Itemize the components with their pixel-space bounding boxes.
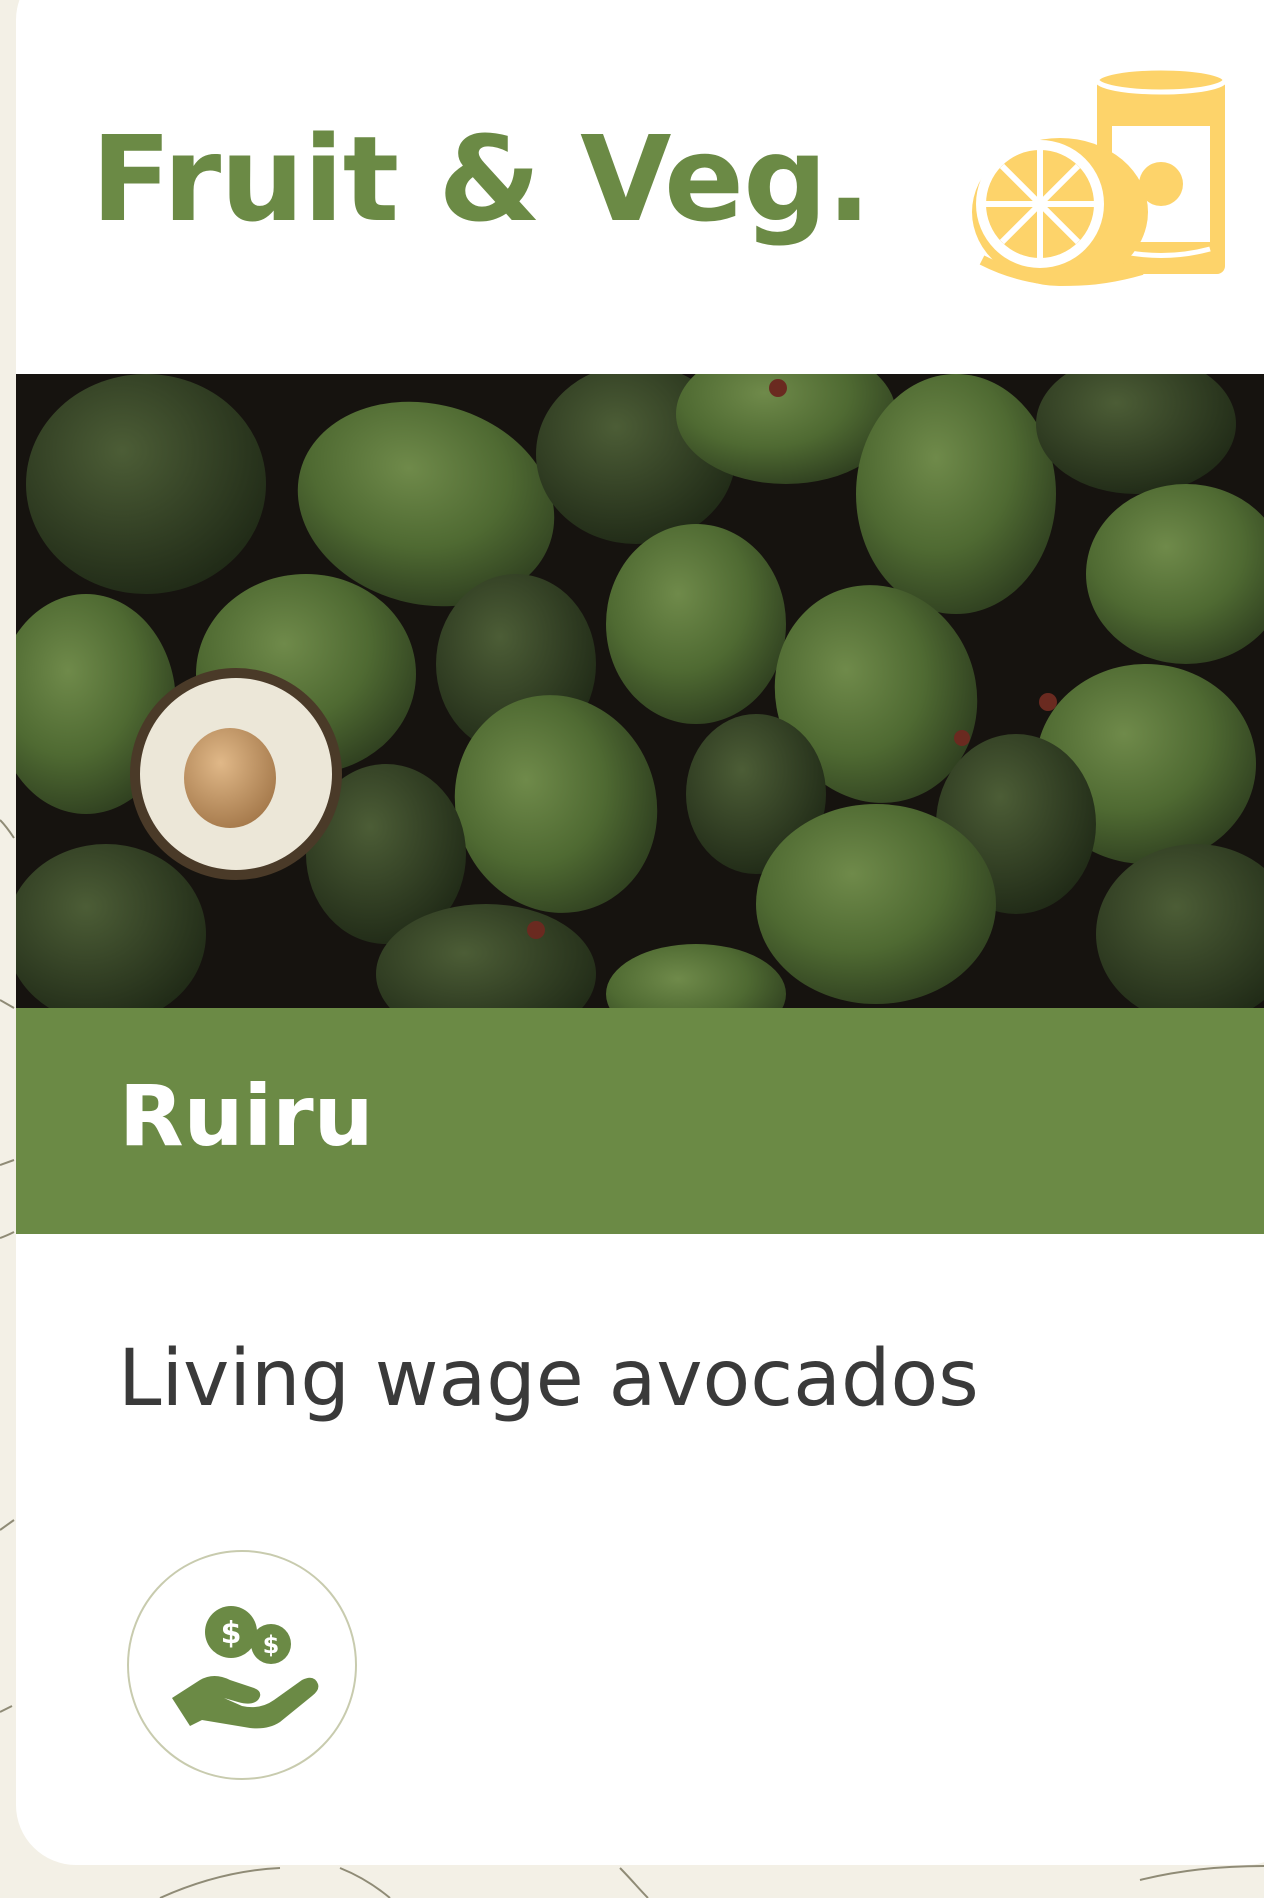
card-header: Fruit & Veg. [16, 0, 1264, 334]
svg-text:$: $ [221, 1616, 242, 1651]
living-wage-badge: $ $ [127, 1550, 357, 1780]
category-title: Fruit & Veg. [91, 110, 871, 248]
fruit-and-can-icon [972, 65, 1228, 286]
svg-text:$: $ [263, 1631, 280, 1659]
product-description: Living wage avocados [118, 1334, 979, 1424]
hand-with-coins-icon: $ $ [172, 1606, 319, 1729]
product-card[interactable]: Fruit & Veg. Ruiru Living wage avocados … [16, 0, 1264, 1865]
location-name: Ruiru [119, 1067, 374, 1165]
avocado-photo [16, 374, 1264, 1008]
location-band: Ruiru [16, 1008, 1264, 1234]
